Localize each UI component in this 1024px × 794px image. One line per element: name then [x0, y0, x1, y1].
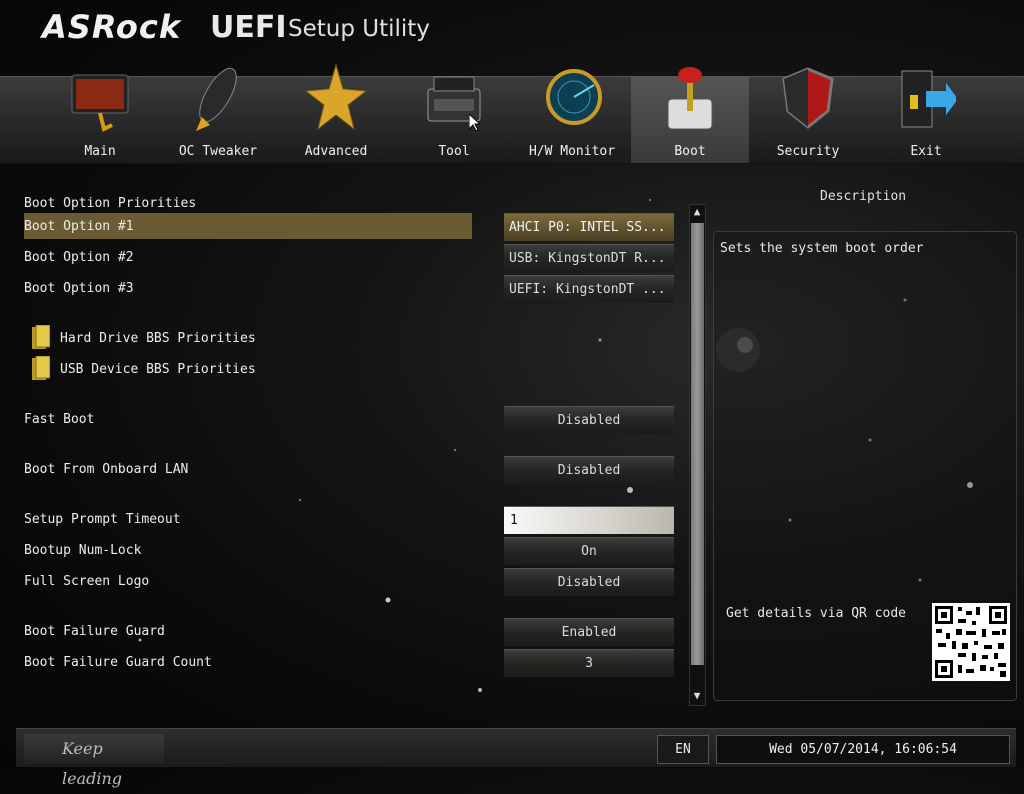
tab-oc-tweaker[interactable]: OC Tweaker	[159, 67, 277, 163]
boot-option-1-value[interactable]: AHCI P0: INTEL SS...	[504, 213, 674, 241]
boot-option-1-label[interactable]: Boot Option #1	[24, 219, 134, 234]
qr-code-icon	[932, 603, 1010, 681]
tab-boot[interactable]: Boot	[631, 67, 749, 163]
tab-hw-monitor[interactable]: H/W Monitor	[513, 69, 631, 163]
scroll-up-arrow-icon[interactable]: ▲	[691, 206, 703, 218]
asrock-logo: ASRock	[42, 8, 182, 46]
boot-option-3-value[interactable]: UEFI: KingstonDT ...	[504, 275, 674, 303]
tab-label: H/W Monitor	[528, 144, 616, 159]
mouse-cursor-icon	[469, 114, 481, 132]
keep-leading-slogan: Keep leading	[24, 734, 164, 788]
boot-option-3-label[interactable]: Boot Option #3	[24, 281, 134, 296]
tab-label: OC Tweaker	[178, 144, 258, 159]
usb-device-bbs-priorities-link[interactable]: USB Device BBS Priorities	[60, 362, 256, 377]
bootup-num-lock-label[interactable]: Bootup Num-Lock	[24, 543, 141, 558]
tab-exit[interactable]: Exit	[867, 70, 985, 163]
datetime-display: Wed 05/07/2014, 16:06:54	[716, 735, 1010, 764]
fast-boot-value[interactable]: Disabled	[504, 406, 674, 434]
boot-option-2-value[interactable]: USB: KingstonDT R...	[504, 244, 674, 272]
boot-from-onboard-lan-label[interactable]: Boot From Onboard LAN	[24, 462, 188, 477]
star-icon	[306, 63, 366, 131]
tab-label: Security	[776, 144, 840, 159]
tab-label: Exit	[910, 144, 942, 159]
description-text: Sets the system boot order	[720, 241, 924, 256]
setup-prompt-timeout-label[interactable]: Setup Prompt Timeout	[24, 512, 181, 527]
bootup-num-lock-value[interactable]: On	[504, 537, 674, 565]
language-button[interactable]: EN	[657, 735, 709, 764]
folder-icon	[32, 356, 50, 380]
tab-label: Tool	[438, 144, 470, 159]
boot-option-2-label[interactable]: Boot Option #2	[24, 250, 134, 265]
folder-icon	[32, 325, 50, 349]
main-navigation: Main OC Tweaker Advanced Tool H/W Monito…	[0, 63, 1024, 164]
uefi-title: UEFI	[210, 10, 287, 45]
tab-tool[interactable]: Tool	[395, 76, 513, 163]
full-screen-logo-label[interactable]: Full Screen Logo	[24, 574, 149, 589]
tab-security[interactable]: Security	[749, 67, 867, 163]
boot-failure-guard-value[interactable]: Enabled	[504, 618, 674, 646]
rocket-icon	[196, 67, 237, 131]
tab-label: Main	[84, 144, 116, 159]
fast-boot-label[interactable]: Fast Boot	[24, 412, 94, 427]
scrollbar-thumb[interactable]	[691, 223, 704, 665]
boot-failure-guard-label[interactable]: Boot Failure Guard	[24, 624, 165, 639]
description-title: Description	[820, 189, 907, 204]
joystick-icon	[667, 67, 713, 130]
exit-door-icon	[901, 70, 956, 128]
tab-label: Advanced	[304, 144, 368, 159]
tab-advanced[interactable]: Advanced	[277, 63, 395, 163]
tab-main[interactable]: Main	[41, 74, 159, 163]
setup-utility-title: Setup Utility	[288, 16, 430, 42]
boot-from-onboard-lan-value[interactable]: Disabled	[504, 456, 674, 484]
radar-icon	[546, 69, 602, 125]
hard-drive-bbs-priorities-link[interactable]: Hard Drive BBS Priorities	[60, 331, 256, 346]
header: ASRock UEFI Setup Utility	[0, 0, 1024, 78]
shield-icon	[782, 67, 834, 129]
monitor-icon	[71, 74, 129, 132]
full-screen-logo-value[interactable]: Disabled	[504, 568, 674, 596]
tab-label: Boot	[674, 144, 706, 159]
boot-failure-guard-count-value[interactable]: 3	[504, 649, 674, 677]
setup-prompt-timeout-input[interactable]: 1	[504, 506, 674, 534]
qr-code-label: Get details via QR code	[726, 606, 907, 621]
boot-failure-guard-count-label[interactable]: Boot Failure Guard Count	[24, 655, 212, 670]
scrollbar[interactable]	[689, 204, 706, 706]
section-boot-option-priorities: Boot Option Priorities	[24, 196, 197, 211]
scroll-down-arrow-icon[interactable]: ▼	[691, 690, 703, 702]
